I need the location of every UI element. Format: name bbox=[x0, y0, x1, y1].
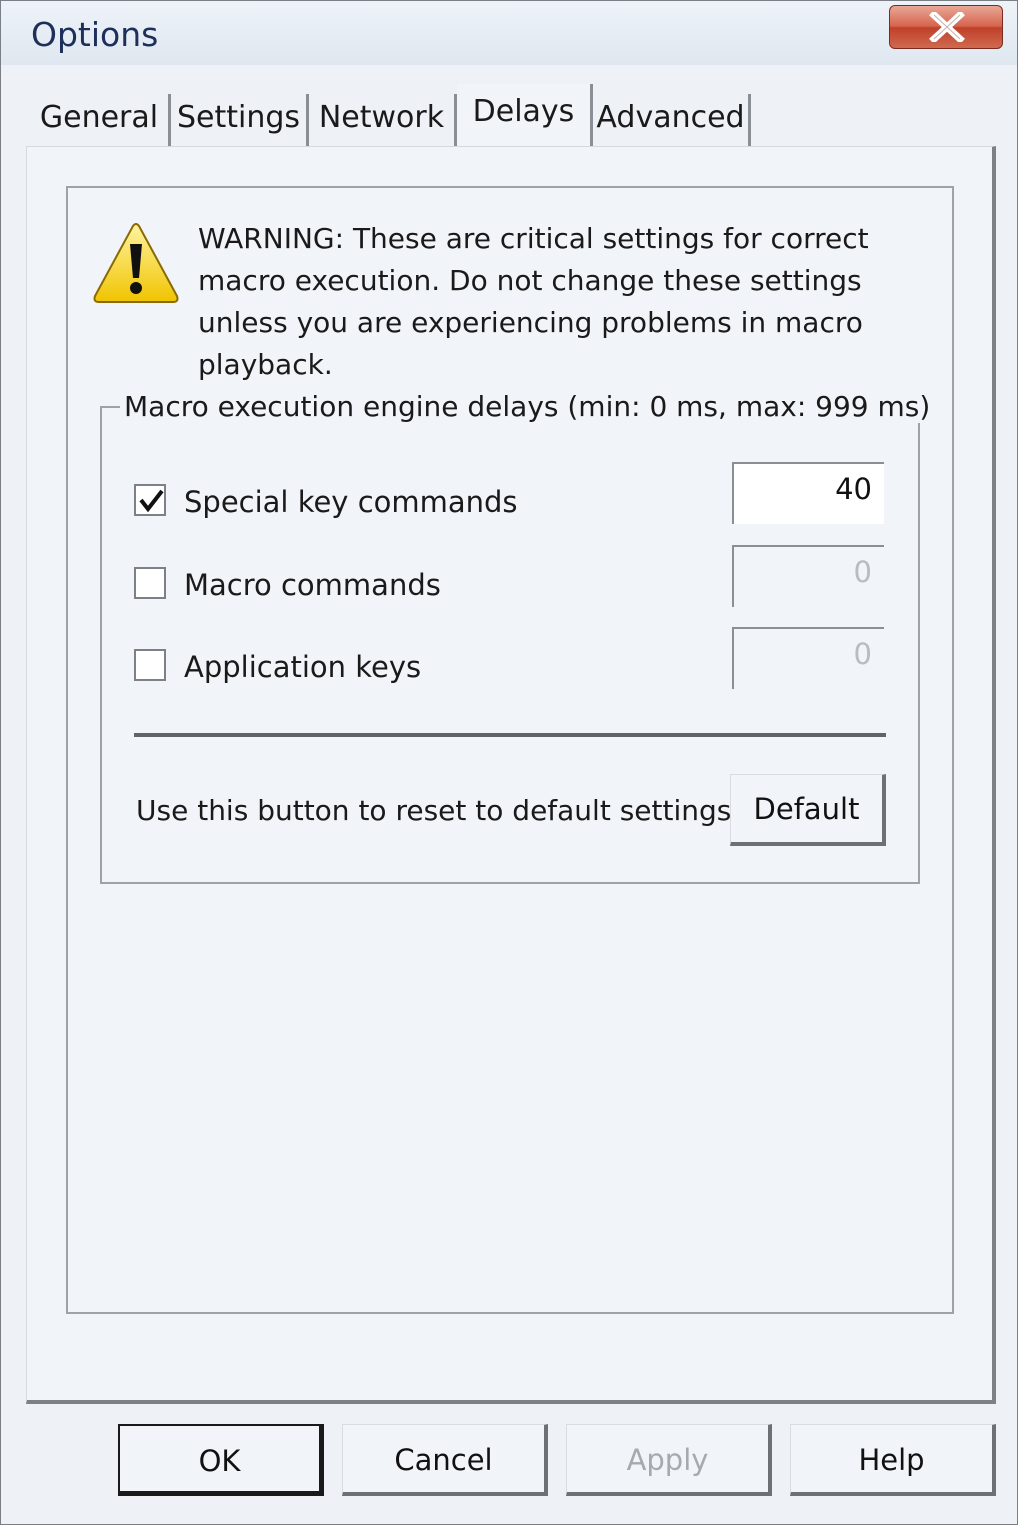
apply-button[interactable]: Apply bbox=[566, 1424, 772, 1496]
tab-general[interactable]: General bbox=[30, 94, 171, 146]
cancel-button[interactable]: Cancel bbox=[342, 1424, 548, 1496]
close-icon bbox=[929, 12, 965, 42]
ok-button[interactable]: OK bbox=[118, 1424, 324, 1496]
reset-text: Use this button to reset to default sett… bbox=[136, 794, 732, 827]
tab-settings[interactable]: Settings bbox=[171, 94, 309, 146]
warning-text: WARNING: These are critical settings for… bbox=[198, 222, 869, 381]
default-button[interactable]: Default bbox=[730, 774, 886, 846]
tab-delays[interactable]: Delays bbox=[457, 84, 593, 146]
row-macro-commands: Macro commands 0 bbox=[134, 545, 894, 609]
checkmark-icon bbox=[139, 489, 164, 513]
help-button[interactable]: Help bbox=[790, 1424, 996, 1496]
row-special-key-commands: Special key commands 40 bbox=[134, 462, 894, 526]
application-keys-checkbox[interactable] bbox=[134, 649, 166, 681]
special-key-commands-label: Special key commands bbox=[184, 485, 518, 519]
application-keys-label: Application keys bbox=[184, 650, 422, 684]
special-key-commands-delay-input[interactable]: 40 bbox=[732, 462, 884, 524]
tab-strip: General Settings Network Delays Advanced bbox=[30, 84, 751, 146]
close-button[interactable] bbox=[889, 5, 1003, 49]
tab-network[interactable]: Network bbox=[309, 94, 457, 146]
groupbox-legend: Macro execution engine delays (min: 0 ms… bbox=[120, 390, 935, 423]
macro-commands-delay-input[interactable]: 0 bbox=[732, 545, 884, 607]
window-title: Options bbox=[31, 15, 159, 54]
macro-commands-checkbox[interactable] bbox=[134, 567, 166, 599]
application-keys-delay-input[interactable]: 0 bbox=[732, 627, 884, 689]
warning-icon bbox=[93, 223, 179, 303]
macro-commands-label: Macro commands bbox=[184, 568, 441, 602]
divider bbox=[134, 733, 886, 737]
title-bar[interactable]: Options bbox=[1, 1, 1017, 65]
row-application-keys: Application keys 0 bbox=[134, 627, 894, 691]
special-key-commands-checkbox[interactable] bbox=[134, 484, 166, 516]
tab-advanced[interactable]: Advanced bbox=[593, 94, 751, 146]
